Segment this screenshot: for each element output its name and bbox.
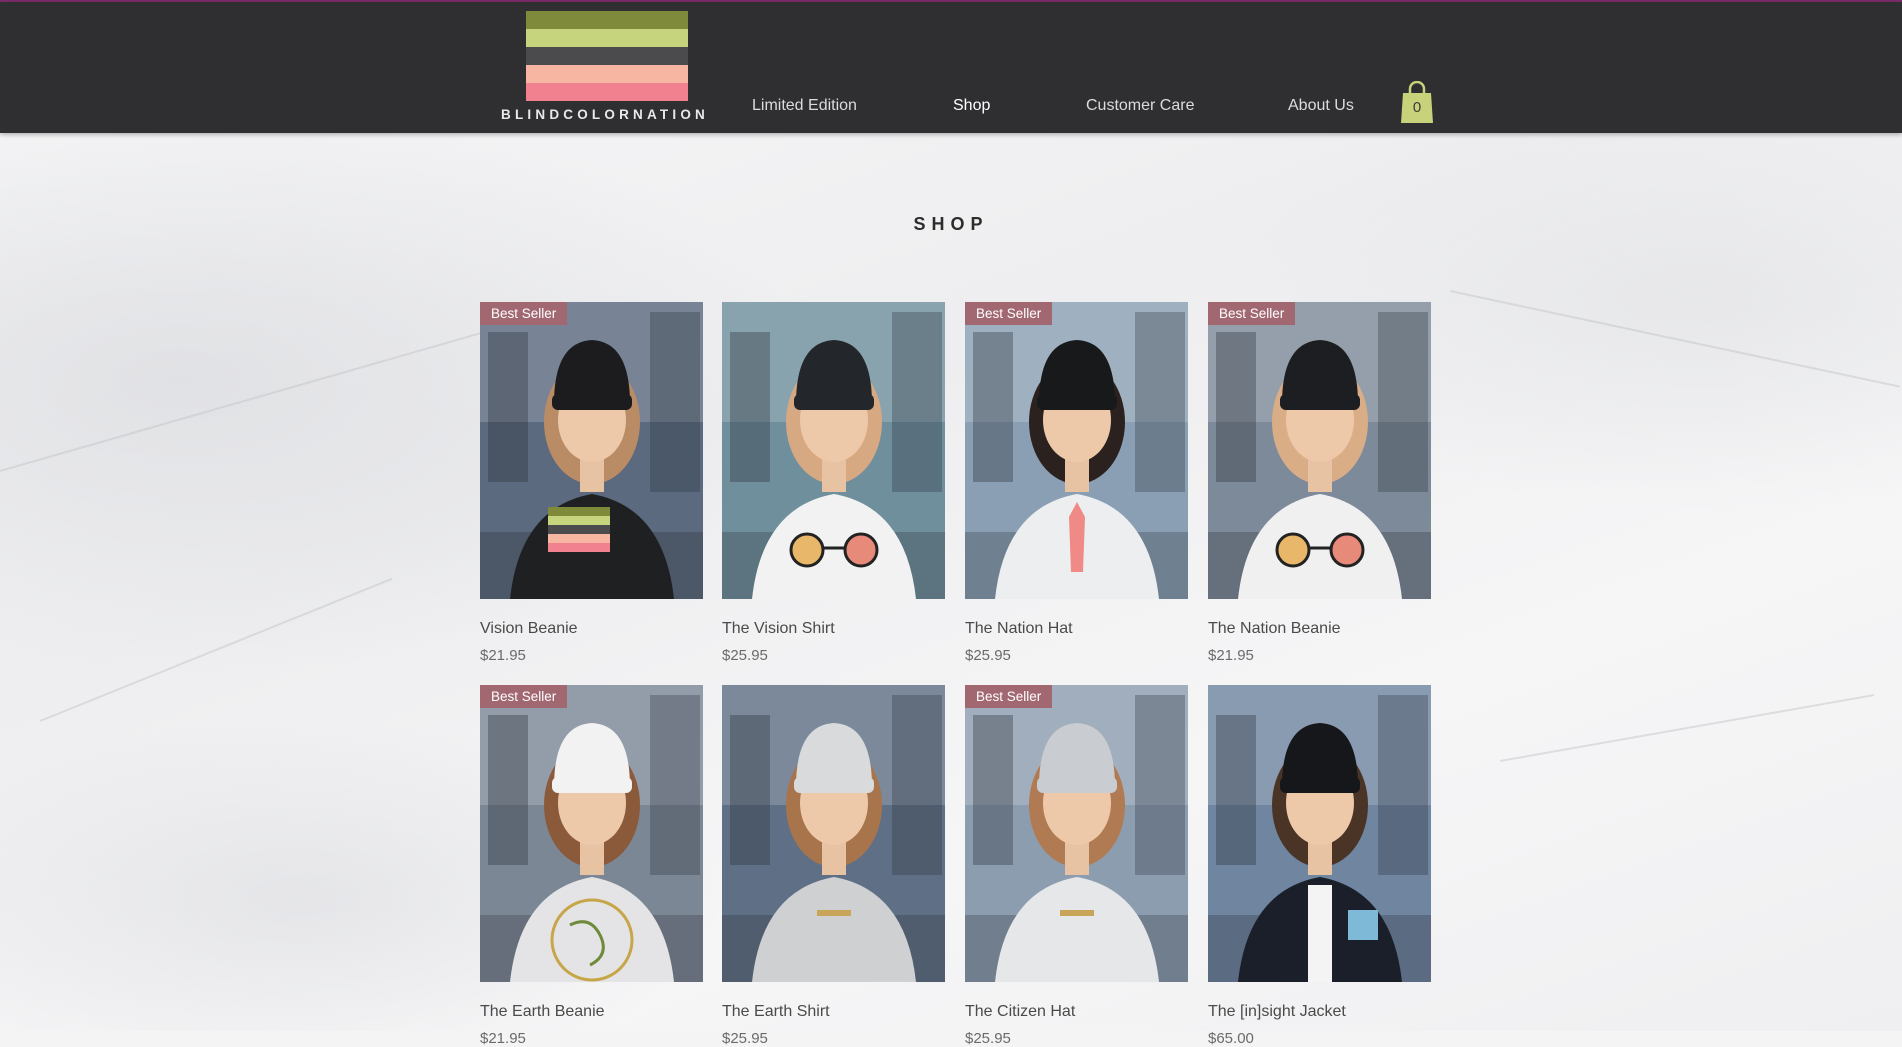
marble-background [0,0,1902,1031]
product-photo [480,302,703,599]
product-price: $25.95 [722,1030,768,1047]
best-seller-badge: Best Seller [965,302,1053,325]
product-card[interactable]: The Earth Shirt $25.95 [722,685,945,1047]
logo-stripe [526,29,688,47]
product-image[interactable] [1208,685,1431,982]
product-image[interactable]: Best Seller [480,685,703,982]
nav-limited-edition[interactable]: Limited Edition [752,97,857,115]
product-card[interactable]: Best Seller The Nation Hat $25.95 [965,302,1188,664]
product-image[interactable]: Best Seller [1208,302,1431,599]
best-seller-badge: Best Seller [965,685,1053,708]
product-price: $25.95 [965,647,1011,664]
logo-stripe [526,11,688,29]
product-card[interactable]: The Vision Shirt $25.95 [722,302,945,664]
nav-about-us[interactable]: About Us [1288,97,1354,115]
product-name[interactable]: The Nation Hat [965,620,1073,638]
product-photo [722,302,945,599]
product-photo [1208,685,1431,982]
product-name[interactable]: The Earth Beanie [480,1003,605,1021]
best-seller-badge: Best Seller [480,302,568,325]
product-price: $21.95 [480,1030,526,1047]
best-seller-badge: Best Seller [1208,302,1296,325]
product-card[interactable]: Best Seller The Earth Beanie $21.95 [480,685,703,1047]
product-name[interactable]: Vision Beanie [480,620,578,638]
product-card[interactable]: The [in]sight Jacket $65.00 [1208,685,1431,1047]
product-price: $25.95 [965,1030,1011,1047]
product-price: $25.95 [722,647,768,664]
product-image[interactable]: Best Seller [965,685,1188,982]
product-price: $65.00 [1208,1030,1254,1047]
product-card[interactable]: Best Seller The Citizen Hat $25.95 [965,685,1188,1047]
product-price: $21.95 [480,647,526,664]
product-name[interactable]: The Earth Shirt [722,1003,830,1021]
product-image[interactable]: Best Seller [965,302,1188,599]
cart-button[interactable]: 0 [1400,81,1434,123]
brand-logo[interactable]: BLINDCOLORNATION [500,11,710,131]
product-name[interactable]: The Vision Shirt [722,620,835,638]
page-title: SHOP [913,214,989,234]
product-image[interactable] [722,685,945,982]
nav-shop[interactable]: Shop [953,97,990,115]
product-name[interactable]: The [in]sight Jacket [1208,1003,1346,1021]
product-photo [965,302,1188,599]
product-card[interactable]: Best Seller The Nation Beanie $21.95 [1208,302,1431,664]
product-photo [480,685,703,982]
product-card[interactable]: Best Seller Vision Beanie $21.95 [480,302,703,664]
product-name[interactable]: The Nation Beanie [1208,620,1341,638]
logo-stripe [526,47,688,65]
logo-stripe [526,65,688,83]
site-header: BLINDCOLORNATION Limited Edition Shop Cu… [0,2,1902,133]
product-price: $21.95 [1208,647,1254,664]
product-name[interactable]: The Citizen Hat [965,1003,1075,1021]
product-image[interactable] [722,302,945,599]
best-seller-badge: Best Seller [480,685,568,708]
nav-customer-care[interactable]: Customer Care [1086,97,1194,115]
product-photo [1208,302,1431,599]
product-image[interactable]: Best Seller [480,302,703,599]
brand-name: BLINDCOLORNATION [501,107,709,122]
cart-count: 0 [1412,99,1422,116]
logo-stripe [526,83,688,101]
product-photo [722,685,945,982]
product-photo [965,685,1188,982]
